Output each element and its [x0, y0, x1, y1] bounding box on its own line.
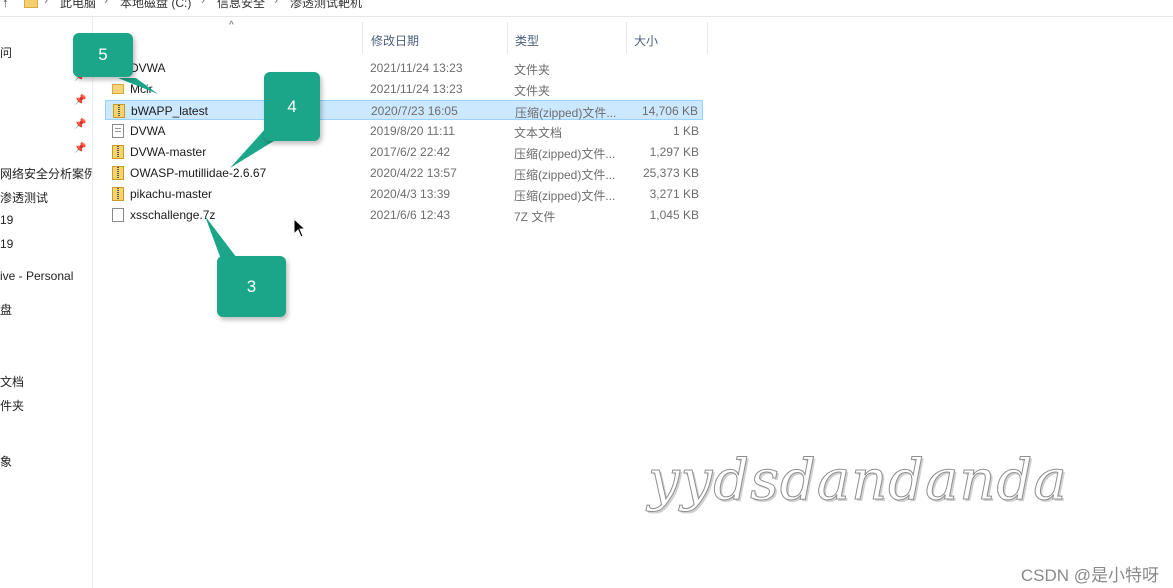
credit-text: CSDN @是小特呀: [1020, 566, 1159, 585]
callout-4: 4: [264, 72, 320, 141]
callout-3: 3: [217, 256, 286, 317]
callout-4-label: 4: [287, 96, 297, 116]
callout-5-pointer: [118, 78, 158, 94]
callout-5: 5: [73, 33, 133, 77]
mouse-cursor-icon: [293, 218, 307, 238]
callout-3-label: 3: [246, 276, 257, 296]
callout-5-label: 5: [98, 45, 108, 64]
watermark: yydsdandanda: [648, 448, 1068, 514]
